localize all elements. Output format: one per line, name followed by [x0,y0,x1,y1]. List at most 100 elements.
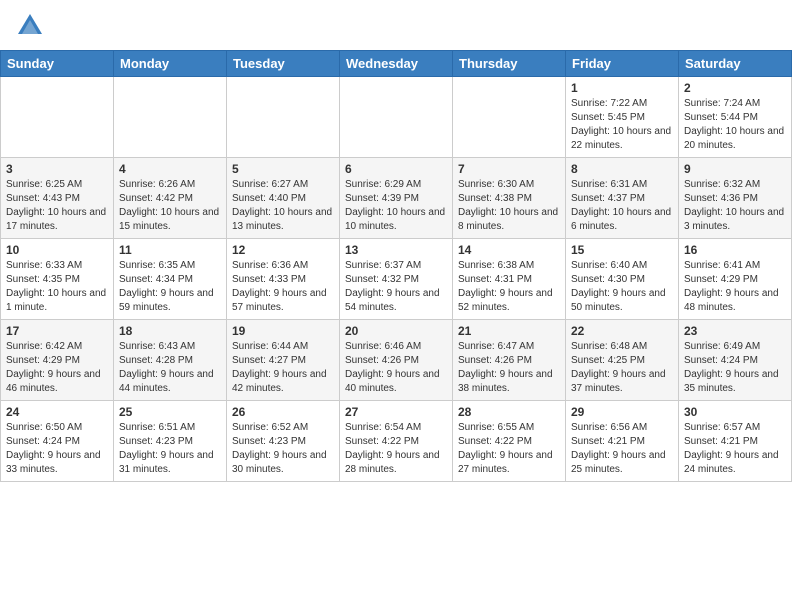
calendar-cell: 4 Sunrise: 6:26 AM Sunset: 4:42 PM Daylig… [114,158,227,239]
day-number: 19 [232,324,334,338]
calendar-cell: 20 Sunrise: 6:46 AM Sunset: 4:26 PM Dayli… [340,320,453,401]
day-number: 12 [232,243,334,257]
day-info: Sunrise: 6:37 AM Sunset: 4:32 PM Dayligh… [345,259,447,315]
calendar-cell: 6 Sunrise: 6:29 AM Sunset: 4:39 PM Daylig… [340,158,453,239]
day-number: 6 [345,162,447,176]
calendar-cell [227,77,340,158]
day-number: 30 [684,405,786,419]
calendar-cell: 27Sunrise: 6:54 AM Sunset: 4:22 PM Dayli… [340,401,453,482]
day-number: 3 [6,162,108,176]
day-number: 16 [684,243,786,257]
calendar-cell: 11 Sunrise: 6:35 AM Sunset: 4:34 PM Dayli… [114,239,227,320]
day-number: 21 [458,324,560,338]
day-info: Sunrise: 6:33 AM Sunset: 4:35 PM Dayligh… [6,259,108,315]
day-number: 26 [232,405,334,419]
weekday-header: Wednesday [340,51,453,77]
day-info: Sunrise: 6:25 AM Sunset: 4:43 PM Dayligh… [6,178,108,234]
calendar-cell: 10Sunrise: 6:33 AM Sunset: 4:35 PM Dayli… [1,239,114,320]
day-info: Sunrise: 6:47 AM Sunset: 4:26 PM Dayligh… [458,340,560,396]
day-number: 4 [119,162,221,176]
day-info: Sunrise: 6:29 AM Sunset: 4:39 PM Dayligh… [345,178,447,234]
day-number: 11 [119,243,221,257]
day-info: Sunrise: 7:22 AM Sunset: 5:45 PM Dayligh… [571,97,673,153]
day-info: Sunrise: 6:40 AM Sunset: 4:30 PM Dayligh… [571,259,673,315]
calendar-cell: 9 Sunrise: 6:32 AM Sunset: 4:36 PM Daylig… [679,158,792,239]
day-info: Sunrise: 6:43 AM Sunset: 4:28 PM Dayligh… [119,340,221,396]
weekday-header: Tuesday [227,51,340,77]
calendar-cell: 18 Sunrise: 6:43 AM Sunset: 4:28 PM Dayli… [114,320,227,401]
day-info: Sunrise: 6:32 AM Sunset: 4:36 PM Dayligh… [684,178,786,234]
day-number: 20 [345,324,447,338]
calendar-cell: 2Sunrise: 7:24 AM Sunset: 5:44 PM Daylig… [679,77,792,158]
day-number: 23 [684,324,786,338]
day-info: Sunrise: 6:56 AM Sunset: 4:21 PM Dayligh… [571,421,673,477]
day-info: Sunrise: 6:42 AM Sunset: 4:29 PM Dayligh… [6,340,108,396]
day-info: Sunrise: 7:24 AM Sunset: 5:44 PM Dayligh… [684,97,786,153]
day-number: 17 [6,324,108,338]
calendar-cell: 13 Sunrise: 6:37 AM Sunset: 4:32 PM Dayli… [340,239,453,320]
calendar-week-row: 17 Sunrise: 6:42 AM Sunset: 4:29 PM Dayli… [1,320,792,401]
day-number: 14 [458,243,560,257]
calendar-cell: 12Sunrise: 6:36 AM Sunset: 4:33 PM Dayli… [227,239,340,320]
day-info: Sunrise: 6:49 AM Sunset: 4:24 PM Dayligh… [684,340,786,396]
day-number: 22 [571,324,673,338]
calendar-cell: 25Sunrise: 6:51 AM Sunset: 4:23 PM Dayli… [114,401,227,482]
weekday-header: Sunday [1,51,114,77]
day-number: 29 [571,405,673,419]
weekday-header: Friday [566,51,679,77]
page-header [0,0,792,44]
calendar-cell: 3 Sunrise: 6:25 AM Sunset: 4:43 PM Daylig… [1,158,114,239]
calendar-cell [114,77,227,158]
calendar-cell: 28 Sunrise: 6:55 AM Sunset: 4:22 PM Dayli… [453,401,566,482]
calendar-cell: 17 Sunrise: 6:42 AM Sunset: 4:29 PM Dayli… [1,320,114,401]
logo-icon [16,12,44,40]
day-number: 13 [345,243,447,257]
calendar-cell: 26 Sunrise: 6:52 AM Sunset: 4:23 PM Dayli… [227,401,340,482]
calendar-cell: 30 Sunrise: 6:57 AM Sunset: 4:21 PM Dayli… [679,401,792,482]
day-number: 28 [458,405,560,419]
day-info: Sunrise: 6:55 AM Sunset: 4:22 PM Dayligh… [458,421,560,477]
day-info: Sunrise: 6:51 AM Sunset: 4:23 PM Dayligh… [119,421,221,477]
day-number: 18 [119,324,221,338]
day-number: 5 [232,162,334,176]
calendar-cell: 15 Sunrise: 6:40 AM Sunset: 4:30 PM Dayli… [566,239,679,320]
day-number: 15 [571,243,673,257]
calendar-cell [453,77,566,158]
calendar-cell: 22 Sunrise: 6:48 AM Sunset: 4:25 PM Dayli… [566,320,679,401]
day-number: 9 [684,162,786,176]
calendar-cell: 29 Sunrise: 6:56 AM Sunset: 4:21 PM Dayli… [566,401,679,482]
day-info: Sunrise: 6:26 AM Sunset: 4:42 PM Dayligh… [119,178,221,234]
weekday-header: Saturday [679,51,792,77]
calendar-table: SundayMondayTuesdayWednesdayThursdayFrid… [0,50,792,482]
calendar-cell: 7 Sunrise: 6:30 AM Sunset: 4:38 PM Daylig… [453,158,566,239]
calendar-cell: 21 Sunrise: 6:47 AM Sunset: 4:26 PM Dayli… [453,320,566,401]
calendar-cell: 19 Sunrise: 6:44 AM Sunset: 4:27 PM Dayli… [227,320,340,401]
day-info: Sunrise: 6:41 AM Sunset: 4:29 PM Dayligh… [684,259,786,315]
calendar-cell: 5 Sunrise: 6:27 AM Sunset: 4:40 PM Daylig… [227,158,340,239]
day-info: Sunrise: 6:31 AM Sunset: 4:37 PM Dayligh… [571,178,673,234]
calendar-cell: 8Sunrise: 6:31 AM Sunset: 4:37 PM Daylig… [566,158,679,239]
day-info: Sunrise: 6:44 AM Sunset: 4:27 PM Dayligh… [232,340,334,396]
calendar-header-row: SundayMondayTuesdayWednesdayThursdayFrid… [1,51,792,77]
weekday-header: Monday [114,51,227,77]
calendar-cell [340,77,453,158]
day-info: Sunrise: 6:35 AM Sunset: 4:34 PM Dayligh… [119,259,221,315]
day-info: Sunrise: 6:57 AM Sunset: 4:21 PM Dayligh… [684,421,786,477]
calendar-cell: 16 Sunrise: 6:41 AM Sunset: 4:29 PM Dayli… [679,239,792,320]
day-info: Sunrise: 6:27 AM Sunset: 4:40 PM Dayligh… [232,178,334,234]
calendar-cell: 14Sunrise: 6:38 AM Sunset: 4:31 PM Dayli… [453,239,566,320]
calendar-week-row: 3 Sunrise: 6:25 AM Sunset: 4:43 PM Daylig… [1,158,792,239]
calendar-week-row: 1 Sunrise: 7:22 AM Sunset: 5:45 PM Daylig… [1,77,792,158]
calendar-week-row: 10Sunrise: 6:33 AM Sunset: 4:35 PM Dayli… [1,239,792,320]
logo [16,12,48,40]
day-number: 1 [571,81,673,95]
day-info: Sunrise: 6:48 AM Sunset: 4:25 PM Dayligh… [571,340,673,396]
calendar-cell: 23 Sunrise: 6:49 AM Sunset: 4:24 PM Dayli… [679,320,792,401]
day-number: 27 [345,405,447,419]
day-info: Sunrise: 6:52 AM Sunset: 4:23 PM Dayligh… [232,421,334,477]
day-number: 7 [458,162,560,176]
day-info: Sunrise: 6:46 AM Sunset: 4:26 PM Dayligh… [345,340,447,396]
calendar-cell: 24Sunrise: 6:50 AM Sunset: 4:24 PM Dayli… [1,401,114,482]
weekday-header: Thursday [453,51,566,77]
day-info: Sunrise: 6:30 AM Sunset: 4:38 PM Dayligh… [458,178,560,234]
